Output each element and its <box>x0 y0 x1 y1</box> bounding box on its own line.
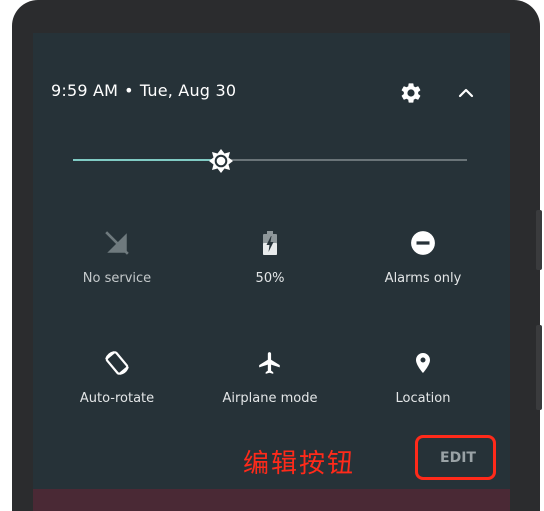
tile-label: 50% <box>255 271 285 286</box>
brightness-slider[interactable] <box>73 149 467 173</box>
date-time-header: 9:59 AM • Tue, Aug 30 <box>51 81 236 100</box>
power-button <box>536 325 542 410</box>
settings-button[interactable] <box>396 78 426 108</box>
do-not-disturb-icon <box>411 231 435 255</box>
brightness-thumb[interactable] <box>206 146 236 176</box>
auto-rotate-icon <box>105 351 129 375</box>
tile-label: Location <box>395 391 451 406</box>
phone-frame: 9:59 AM • Tue, Aug 30 No service 50% Ala… <box>0 0 544 511</box>
notification-shade-bottom <box>33 489 510 511</box>
tile-label: Alarms only <box>384 271 462 286</box>
header-separator: • <box>124 81 134 100</box>
tile-label: Airplane mode <box>222 391 318 406</box>
airplane-icon <box>259 352 280 374</box>
collapse-button[interactable] <box>451 78 481 108</box>
tile-location[interactable]: Location <box>348 349 498 406</box>
date-text: Tue, Aug 30 <box>139 81 237 100</box>
battery-charging-icon <box>263 231 277 255</box>
brightness-fill <box>73 159 221 161</box>
clock-text: 9:59 AM <box>51 81 119 100</box>
edit-button-highlight <box>415 435 496 480</box>
tile-alarms-only[interactable]: Alarms only <box>348 229 498 286</box>
brightness-icon <box>208 149 233 173</box>
no-service-icon <box>105 231 129 255</box>
tile-auto-rotate[interactable]: Auto-rotate <box>42 349 192 406</box>
location-pin-icon <box>416 353 430 373</box>
tile-label: Auto-rotate <box>79 391 155 406</box>
volume-button <box>536 210 542 270</box>
tile-battery[interactable]: 50% <box>195 229 345 286</box>
annotation-label: 编辑按钮 <box>243 449 356 479</box>
tile-airplane-mode[interactable]: Airplane mode <box>195 349 345 406</box>
gear-icon <box>401 83 421 103</box>
tile-label: No service <box>82 271 152 286</box>
tile-no-service[interactable]: No service <box>42 229 192 286</box>
chevron-up-icon <box>458 88 474 98</box>
